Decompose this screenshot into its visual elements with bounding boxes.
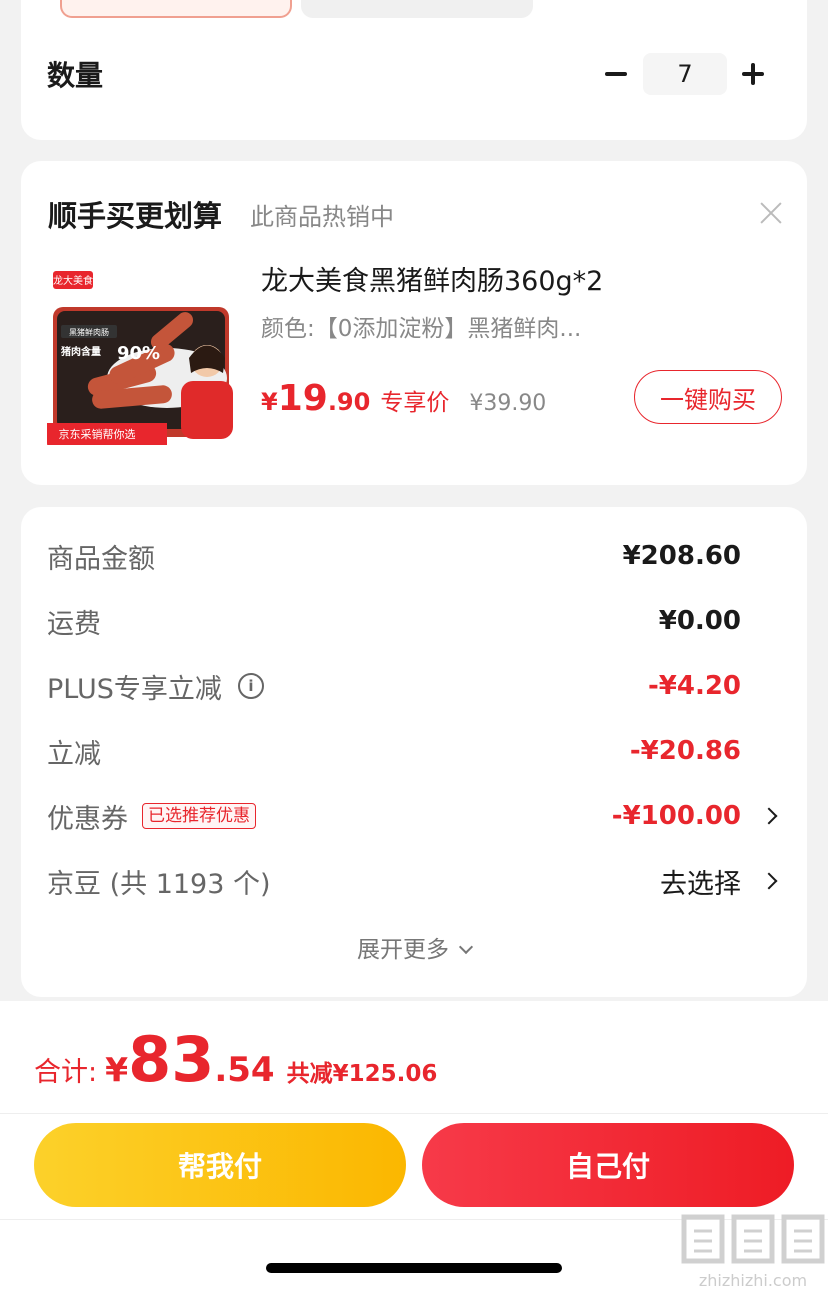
total-discount: 共减¥125.06 xyxy=(286,1061,438,1087)
product-spec: 颜色:【0添加淀粉】黑猪鲜肉... xyxy=(261,316,582,342)
quantity-increase-button[interactable] xyxy=(737,54,771,94)
summary-label-wrap: 优惠券 已选推荐优惠 xyxy=(47,796,256,836)
product-name[interactable]: 龙大美食黑猪鲜肉肠360g*2 xyxy=(261,259,603,298)
summary-value: -¥4.20 xyxy=(647,671,741,701)
summary-label: PLUS专享立减 xyxy=(47,673,222,705)
total-price: 合计: ¥ 83 .54 共减¥125.06 xyxy=(34,1023,437,1096)
close-icon[interactable] xyxy=(759,201,783,225)
image-footer-text: 京东采销帮你选 xyxy=(59,427,136,441)
watermark-text: zhizhizhi.com xyxy=(698,1271,808,1290)
divider xyxy=(0,1113,828,1114)
product-price: ¥ 19 .90 专享价 ¥39.90 xyxy=(261,378,546,419)
price-tag: 专享价 xyxy=(380,390,450,416)
summary-label: 立减 xyxy=(47,738,101,770)
summary-label-wrap: PLUS专享立减 i xyxy=(47,666,264,706)
price-decimal: .90 xyxy=(327,388,371,416)
one-click-buy-button[interactable]: 一键购买 xyxy=(634,370,782,424)
watermark-logo: zhizhizhi.com xyxy=(678,1211,828,1291)
expand-more-label: 展开更多 xyxy=(357,937,449,963)
checkout-bar: 合计: ¥ 83 .54 共减¥125.06 帮我付 自己付 zhizhizhi… xyxy=(0,1001,828,1291)
order-summary-card: 商品金额 ¥208.60 运费 ¥0.00 PLUS专享立减 i -¥4.20 … xyxy=(21,507,807,997)
total-integer: 83 xyxy=(128,1023,215,1096)
chevron-right-icon[interactable] xyxy=(759,869,783,893)
summary-row-instant-discount: 立减 -¥20.86 xyxy=(47,731,783,771)
quantity-card: 数量 7 xyxy=(21,0,807,140)
total-decimal: .54 xyxy=(214,1050,275,1090)
recommend-title: 顺手买更划算 xyxy=(48,199,223,233)
original-price: ¥39.90 xyxy=(469,391,547,416)
summary-value: ¥0.00 xyxy=(658,606,741,636)
quantity-decrease-button[interactable] xyxy=(601,54,631,94)
price-currency: ¥ xyxy=(261,388,278,416)
total-currency: ¥ xyxy=(105,1050,129,1089)
expand-more-button[interactable]: 展开更多 xyxy=(21,930,807,964)
spec-option-selected[interactable] xyxy=(60,0,292,18)
summary-value: 去选择 xyxy=(660,868,741,900)
total-label: 合计: xyxy=(34,1057,98,1088)
help-pay-button[interactable]: 帮我付 xyxy=(34,1123,406,1207)
summary-row-plus-discount: PLUS专享立减 i -¥4.20 xyxy=(47,666,783,706)
quantity-label: 数量 xyxy=(47,59,104,92)
home-indicator[interactable] xyxy=(266,1263,562,1273)
recommend-subtitle: 此商品热销中 xyxy=(250,203,394,231)
image-pct-value: 90% xyxy=(117,343,160,364)
price-integer: 19 xyxy=(277,378,328,419)
summary-label: 商品金额 xyxy=(47,543,155,575)
quantity-input[interactable]: 7 xyxy=(643,53,727,95)
info-icon[interactable]: i xyxy=(237,673,264,699)
image-brand-text: 龙大美食 xyxy=(53,274,93,287)
summary-row-shipping: 运费 ¥0.00 xyxy=(47,601,783,641)
spec-option[interactable] xyxy=(301,0,533,18)
coupon-badge: 已选推荐优惠 xyxy=(142,803,256,829)
summary-label: 京豆 (共 1193 个) xyxy=(47,868,271,900)
self-pay-button[interactable]: 自己付 xyxy=(422,1123,794,1207)
chevron-down-icon xyxy=(458,939,474,955)
summary-value: -¥20.86 xyxy=(629,736,741,766)
product-image[interactable]: 龙大美食 黑猪鲜肉肠 猪肉含量 90% 京东采销帮你选 xyxy=(47,263,235,451)
summary-value: ¥208.60 xyxy=(622,541,741,571)
image-pct-label: 猪肉含量 xyxy=(60,345,101,358)
image-badge-text: 黑猪鲜肉肠 xyxy=(69,327,109,337)
summary-label: 运费 xyxy=(47,608,101,640)
summary-row-goods-amount: 商品金额 ¥208.60 xyxy=(47,536,783,576)
recommend-card: 顺手买更划算 此商品热销中 龙大美食 黑猪鲜肉肠 猪肉含量 90% 京东采销帮你… xyxy=(21,161,807,485)
chevron-right-icon[interactable] xyxy=(759,804,783,828)
summary-value: -¥100.00 xyxy=(611,801,741,831)
summary-row-coupon[interactable]: 优惠券 已选推荐优惠 -¥100.00 xyxy=(47,796,783,836)
summary-label: 优惠券 xyxy=(47,803,128,835)
summary-row-jingdou[interactable]: 京豆 (共 1193 个) 去选择 xyxy=(47,861,783,901)
